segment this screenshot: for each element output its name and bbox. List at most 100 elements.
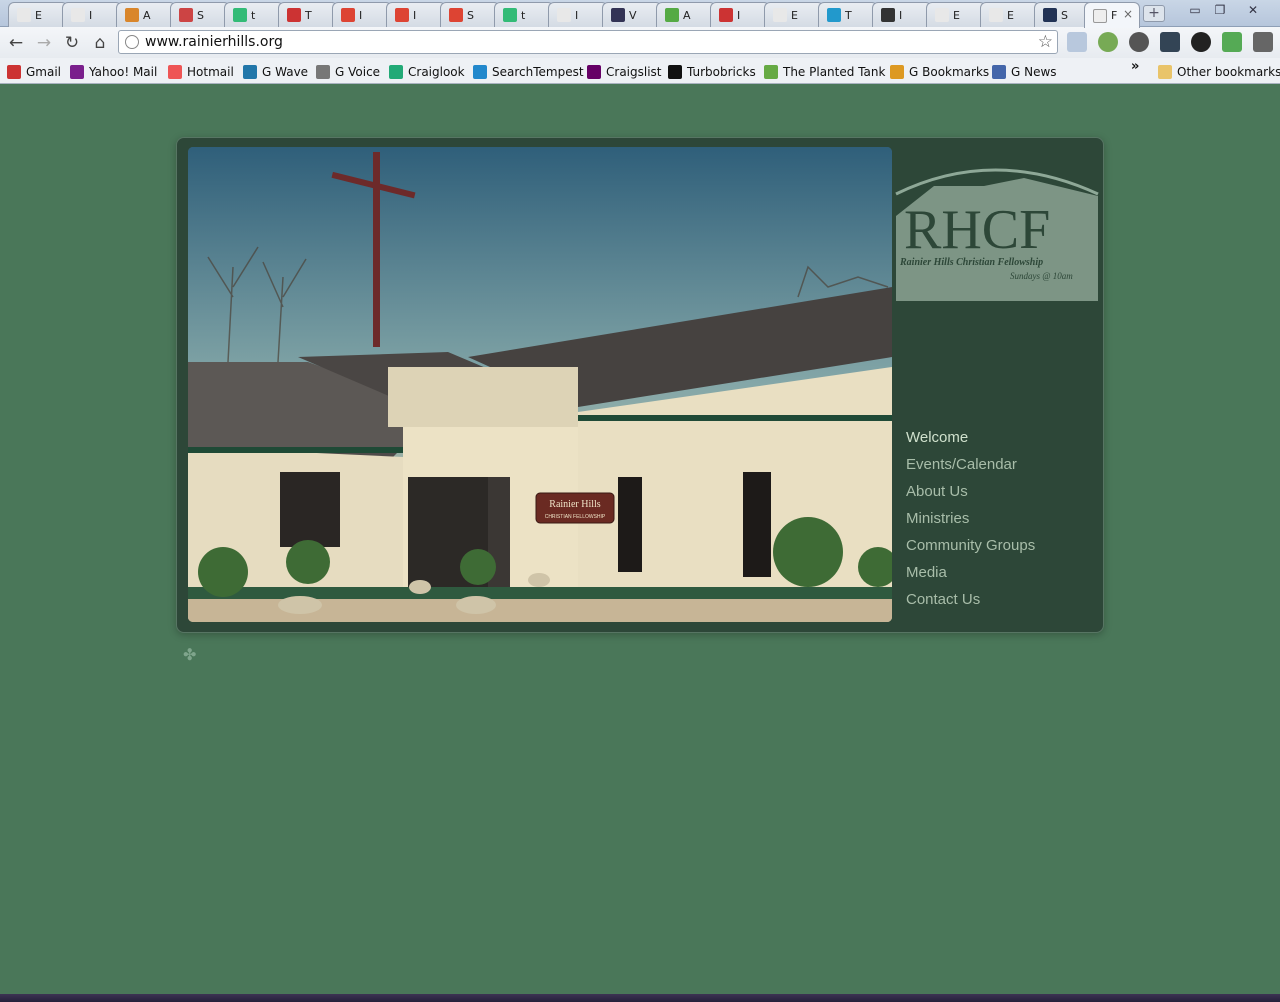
tab-title: I bbox=[899, 8, 903, 22]
gmail-icon bbox=[719, 8, 733, 22]
page-icon bbox=[71, 8, 85, 22]
extension-icon[interactable] bbox=[1098, 32, 1118, 52]
church-building-image: Rainier Hills CHRISTIAN FELLOWSHIP bbox=[188, 147, 892, 622]
browser-tab[interactable]: A bbox=[116, 2, 176, 27]
close-tab-icon[interactable]: × bbox=[1123, 7, 1133, 21]
tab-title: I bbox=[89, 8, 93, 22]
browser-tab[interactable]: I bbox=[62, 2, 122, 27]
active-browser-tab[interactable]: F × bbox=[1084, 2, 1140, 28]
extension-icon[interactable] bbox=[1067, 32, 1087, 52]
tab-title: E bbox=[35, 8, 42, 22]
extension-icon[interactable] bbox=[1129, 32, 1149, 52]
browser-tab[interactable]: S bbox=[440, 2, 500, 27]
wave-icon bbox=[243, 64, 257, 79]
bookmark-item[interactable]: Hotmail bbox=[168, 63, 234, 80]
church-photo: Rainier Hills CHRISTIAN FELLOWSHIP bbox=[188, 147, 892, 622]
nav-item-welcome[interactable]: Welcome bbox=[906, 428, 1035, 455]
forward-button[interactable]: → bbox=[33, 32, 55, 54]
bookmark-label: Craigslist bbox=[606, 64, 662, 79]
browser-tab[interactable]: T bbox=[818, 2, 878, 27]
bookmark-item[interactable]: Yahoo! Mail bbox=[70, 63, 157, 80]
bookmark-item[interactable]: The Planted Tank bbox=[764, 63, 885, 80]
browser-tab[interactable]: t bbox=[224, 2, 284, 27]
browser-tab[interactable]: E bbox=[980, 2, 1040, 27]
bookmark-label: G Voice bbox=[335, 64, 381, 79]
bookmark-item[interactable]: Gmail bbox=[7, 63, 61, 80]
evernote-icon[interactable] bbox=[1222, 32, 1242, 52]
tab-title: I bbox=[359, 8, 363, 22]
browser-tab[interactable]: I bbox=[548, 2, 608, 27]
bookmark-item[interactable]: SearchTempest bbox=[473, 63, 584, 80]
page-icon bbox=[935, 8, 949, 22]
browser-tab[interactable]: S bbox=[170, 2, 230, 27]
site-nav: Welcome Events/Calendar About Us Ministries… bbox=[906, 428, 1035, 617]
bookmark-star-icon[interactable]: ☆ bbox=[1038, 32, 1053, 52]
browser-tab[interactable]: I bbox=[872, 2, 932, 27]
browser-tab[interactable]: E bbox=[8, 2, 68, 27]
site-frame: Rainier Hills CHRISTIAN FELLOWSHIP RHCF … bbox=[176, 137, 1104, 633]
settings-icon[interactable] bbox=[1191, 32, 1211, 52]
camera-icon[interactable] bbox=[1160, 32, 1180, 52]
gmail-icon bbox=[7, 64, 21, 79]
browser-tab[interactable]: T bbox=[278, 2, 338, 27]
photo-sign-subtitle: CHRISTIAN FELLOWSHIP bbox=[545, 514, 606, 520]
nav-item-contact-us[interactable]: Contact Us bbox=[906, 590, 1035, 617]
bookmark-item[interactable]: Craigslist bbox=[587, 63, 662, 80]
tab-title: T bbox=[305, 8, 312, 22]
nav-item-media[interactable]: Media bbox=[906, 563, 1035, 590]
browser-tab[interactable]: I bbox=[332, 2, 392, 27]
tab-title: T bbox=[845, 8, 852, 22]
browser-tab[interactable]: I bbox=[386, 2, 446, 27]
nav-item-community-groups[interactable]: Community Groups bbox=[906, 536, 1035, 563]
logo-tagline: Sundays @ 10am bbox=[1010, 271, 1073, 281]
tab-title: S bbox=[1061, 8, 1068, 22]
bookmark-item[interactable]: Craiglook bbox=[389, 63, 465, 80]
back-button[interactable]: ← bbox=[5, 32, 27, 54]
close-window-button[interactable]: ✕ bbox=[1242, 2, 1264, 18]
browser-tab[interactable]: t bbox=[494, 2, 554, 27]
tab-title: t bbox=[521, 8, 526, 22]
news-icon bbox=[992, 64, 1006, 79]
reload-button[interactable]: ↻ bbox=[61, 32, 83, 54]
tab-title: E bbox=[791, 8, 798, 22]
browser-tab[interactable]: E bbox=[764, 2, 824, 27]
tab-title: A bbox=[143, 8, 151, 22]
wrench-icon[interactable] bbox=[1253, 32, 1273, 52]
nav-item-ministries[interactable]: Ministries bbox=[906, 509, 1035, 536]
google-icon bbox=[503, 8, 517, 22]
bookmark-label: Hotmail bbox=[187, 64, 234, 79]
new-tab-button[interactable]: + bbox=[1143, 5, 1165, 22]
bookmarks-overflow-button[interactable]: » bbox=[1131, 58, 1139, 75]
bookmark-item[interactable]: G Wave bbox=[243, 63, 308, 80]
restore-button[interactable]: ❐ bbox=[1209, 2, 1231, 18]
bookmark-item[interactable]: Turbobricks bbox=[668, 63, 756, 80]
other-bookmarks[interactable]: Other bookmarks bbox=[1158, 63, 1280, 80]
page-icon bbox=[989, 8, 1003, 22]
browser-tab[interactable]: A bbox=[656, 2, 716, 27]
minimize-button[interactable]: ▭ bbox=[1184, 2, 1206, 18]
tempest-icon bbox=[473, 64, 487, 79]
yahoo-icon bbox=[70, 64, 84, 79]
browser-tab[interactable]: E bbox=[926, 2, 986, 27]
home-button[interactable]: ⌂ bbox=[89, 32, 111, 54]
peace-icon bbox=[587, 64, 601, 79]
browser-tab[interactable]: I bbox=[710, 2, 770, 27]
clover-icon: ✤ bbox=[183, 645, 197, 664]
bookmark-item[interactable]: G Voice bbox=[316, 63, 380, 80]
page-icon bbox=[773, 8, 787, 22]
other-bookmarks-label: Other bookmarks bbox=[1177, 64, 1280, 79]
nav-item-events-calendar[interactable]: Events/Calendar bbox=[906, 455, 1035, 482]
globe-icon bbox=[611, 8, 625, 22]
turbo-icon bbox=[668, 64, 682, 79]
bookmark-label: G News bbox=[1011, 64, 1057, 79]
bookmark-item[interactable]: G Bookmarks bbox=[890, 63, 989, 80]
address-bar[interactable]: www.rainierhills.org ☆ bbox=[118, 30, 1058, 54]
nav-item-about-us[interactable]: About Us bbox=[906, 482, 1035, 509]
tab-title: t bbox=[251, 8, 256, 22]
tab-title: E bbox=[1007, 8, 1014, 22]
tinypic-icon bbox=[827, 8, 841, 22]
tab-title: I bbox=[413, 8, 417, 22]
bookmark-item[interactable]: G News bbox=[992, 63, 1057, 80]
browser-tab[interactable]: V bbox=[602, 2, 662, 27]
code-icon bbox=[287, 8, 301, 22]
